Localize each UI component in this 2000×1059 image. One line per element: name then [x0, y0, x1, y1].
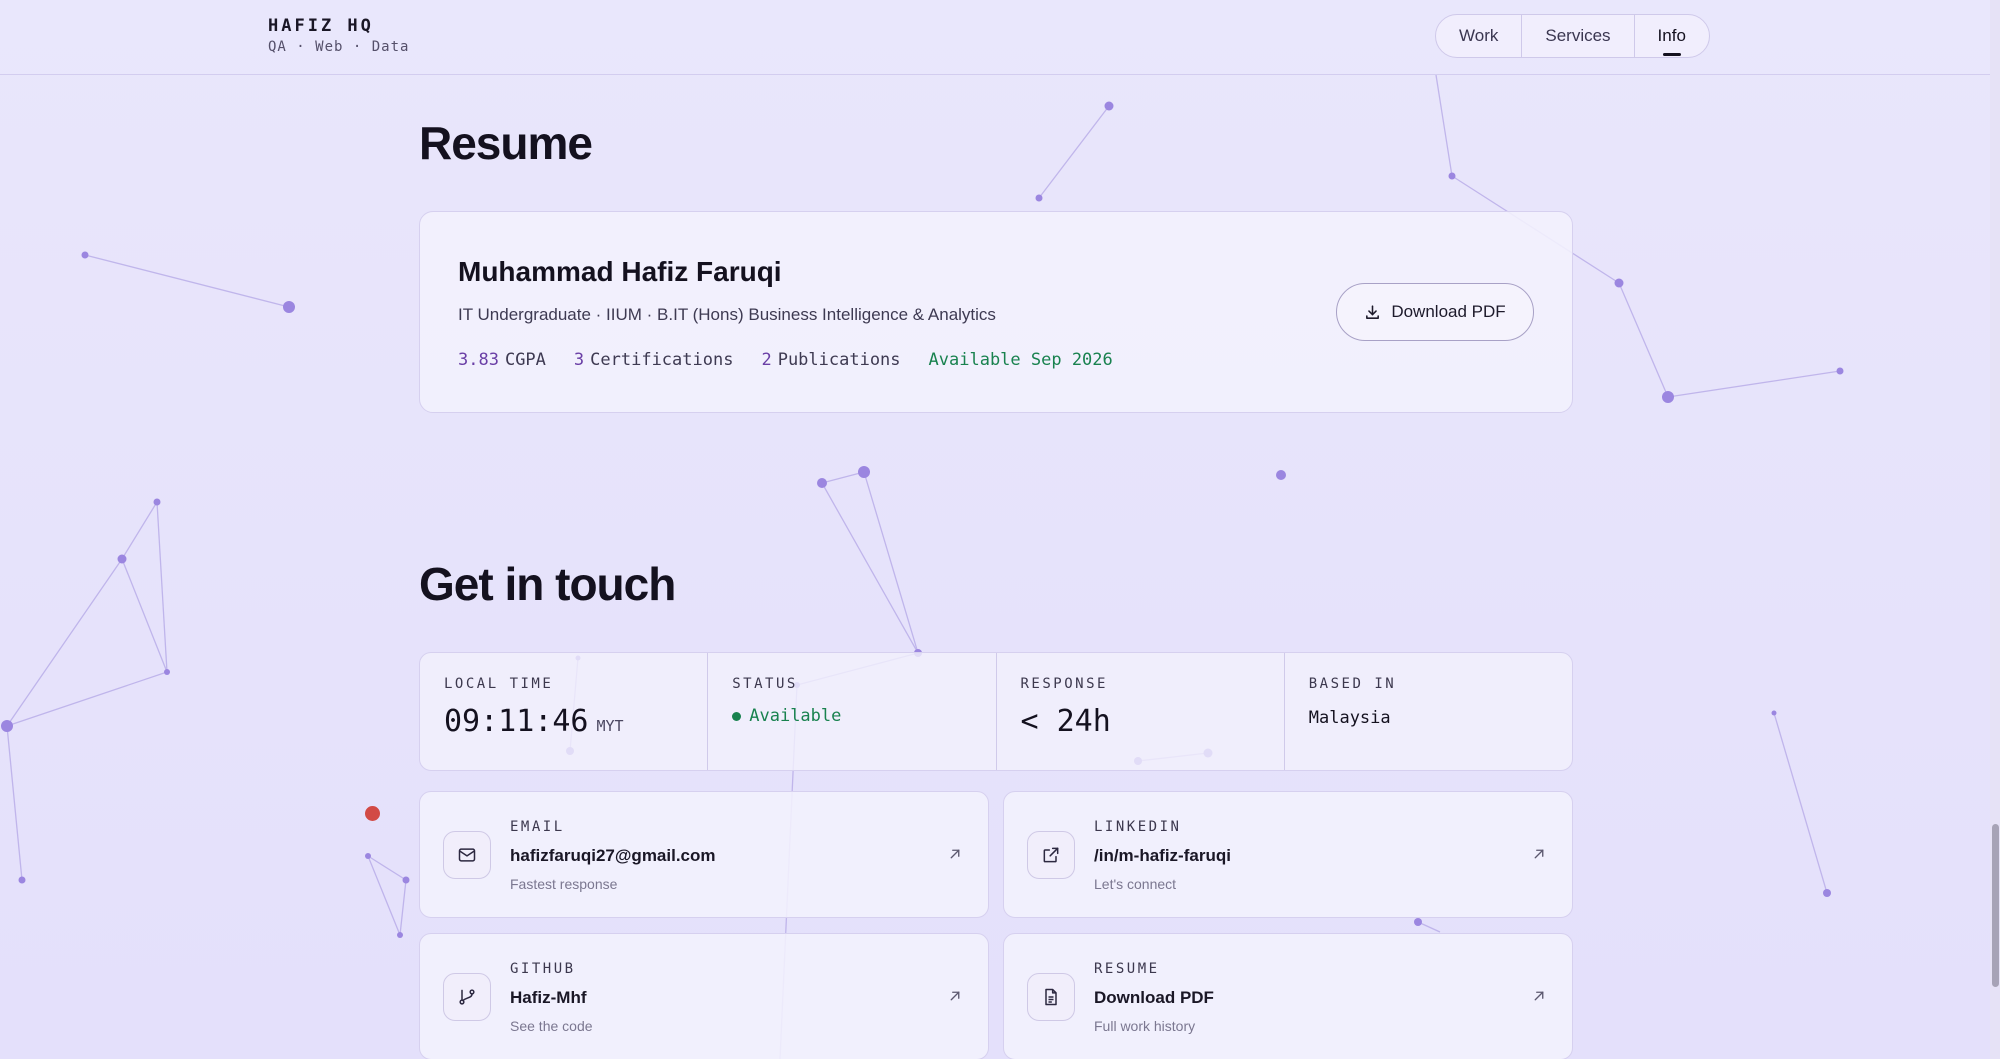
email-label: EMAIL — [510, 819, 565, 835]
availability-badge: Available Sep 2026 — [928, 350, 1113, 370]
linkedin-card[interactable]: LINKEDIN /in/m-hafiz-faruqi Let's connec… — [1003, 791, 1573, 918]
resume-download-card[interactable]: RESUME Download PDF Full work history — [1003, 933, 1573, 1059]
email-note: Fastest response — [510, 876, 618, 892]
response-value: < 24h — [1020, 704, 1111, 739]
status-readout: Available — [732, 706, 971, 726]
local-time-zone: MYT — [596, 717, 624, 735]
resume-card-note: Full work history — [1094, 1018, 1196, 1034]
resume-card: Muhammad Hafiz Faruqi IT Undergraduate ·… — [419, 211, 1573, 413]
stat-cgpa: 3.83 CGPA — [458, 350, 546, 370]
local-time-cell: LOCAL TIME 09:11:46 MYT — [420, 653, 709, 770]
cursor-dot — [365, 806, 380, 821]
stat-cert-value: 3 — [573, 350, 585, 370]
person-subtitle: IT Undergraduate · IIUM · B.IT (Hons) Bu… — [458, 305, 996, 324]
response-cell: RESPONSE < 24h — [997, 653, 1285, 770]
file-text-icon — [1027, 973, 1075, 1021]
status-dot-icon — [732, 711, 742, 721]
local-time-readout: 09:11:46 MYT — [444, 704, 683, 739]
network-background — [1, 74, 1844, 1059]
page: HAFIZ HQ QA · Web · Data Work Services I… — [0, 0, 2000, 1059]
stat-certifications: 3 Certifications — [574, 350, 734, 370]
brand-logo[interactable]: HAFIZ HQ QA · Web · Data — [268, 16, 409, 55]
download-pdf-label: Download PDF — [1391, 302, 1506, 321]
response-label: RESPONSE — [1020, 676, 1108, 692]
stat-publications: 2 Publications — [761, 350, 900, 370]
github-card[interactable]: GITHUB Hafiz-Mhf See the code — [419, 933, 989, 1059]
brand-name: HAFIZ HQ — [268, 16, 374, 36]
scrollbar[interactable] — [1990, 0, 2000, 1059]
nav-item-services[interactable]: Services — [1522, 15, 1635, 57]
local-time-value: 09:11:46 — [444, 704, 589, 739]
nav-item-info[interactable]: Info — [1635, 15, 1709, 57]
external-link-icon — [1027, 831, 1075, 879]
linkedin-label: LINKEDIN — [1094, 819, 1182, 835]
person-name: Muhammad Hafiz Faruqi — [458, 256, 782, 287]
arrow-up-right-icon — [950, 991, 960, 1001]
status-value: Available — [749, 706, 842, 726]
arrow-up-right-icon — [1534, 849, 1544, 859]
download-pdf-button[interactable]: Download PDF — [1336, 283, 1534, 341]
status-strip: LOCAL TIME 09:11:46 MYT STATUS Available … — [419, 652, 1573, 771]
nav-item-work[interactable]: Work — [1436, 15, 1523, 57]
status-cell: STATUS Available — [708, 653, 997, 770]
stat-pub-label: Publications — [777, 350, 901, 370]
resume-card-label: RESUME — [1094, 961, 1160, 977]
scrollbar-thumb[interactable] — [1992, 824, 1999, 987]
github-note: See the code — [510, 1018, 593, 1034]
top-navbar: HAFIZ HQ QA · Web · Data Work Services I… — [0, 0, 1990, 75]
brand-tagline: QA · Web · Data — [268, 39, 410, 55]
based-in-value: Malaysia — [1308, 708, 1391, 728]
linkedin-value: /in/m-hafiz-faruqi — [1094, 846, 1231, 865]
status-label: STATUS — [732, 676, 798, 692]
arrow-up-right-icon — [1534, 991, 1544, 1001]
arrow-up-right-icon — [950, 849, 960, 859]
resume-heading: Resume — [419, 117, 593, 169]
local-time-label: LOCAL TIME — [444, 676, 554, 692]
resume-card-value: Download PDF — [1094, 988, 1214, 1007]
github-label: GITHUB — [510, 961, 576, 977]
nav-menu: Work Services Info — [1435, 14, 1710, 58]
git-branch-icon — [443, 973, 491, 1021]
download-icon — [1366, 304, 1380, 319]
linkedin-note: Let's connect — [1094, 876, 1177, 892]
email-card[interactable]: EMAIL hafizfaruqi27@gmail.com Fastest re… — [419, 791, 989, 918]
resume-stats: 3.83 CGPA 3 Certifications 2 Publications A… — [458, 350, 1113, 370]
contact-heading: Get in touch — [419, 558, 676, 610]
mail-icon — [443, 831, 491, 879]
stat-cgpa-value: 3.83 — [458, 350, 499, 370]
stat-cgpa-label: CGPA — [504, 350, 546, 370]
email-value: hafizfaruqi27@gmail.com — [510, 846, 716, 865]
github-value: Hafiz-Mhf — [510, 988, 587, 1007]
based-in-cell: BASED IN Malaysia — [1285, 653, 1572, 770]
stat-pub-value: 2 — [761, 350, 772, 370]
stat-cert-label: Certifications — [590, 350, 734, 370]
based-in-label: BASED IN — [1308, 676, 1397, 692]
